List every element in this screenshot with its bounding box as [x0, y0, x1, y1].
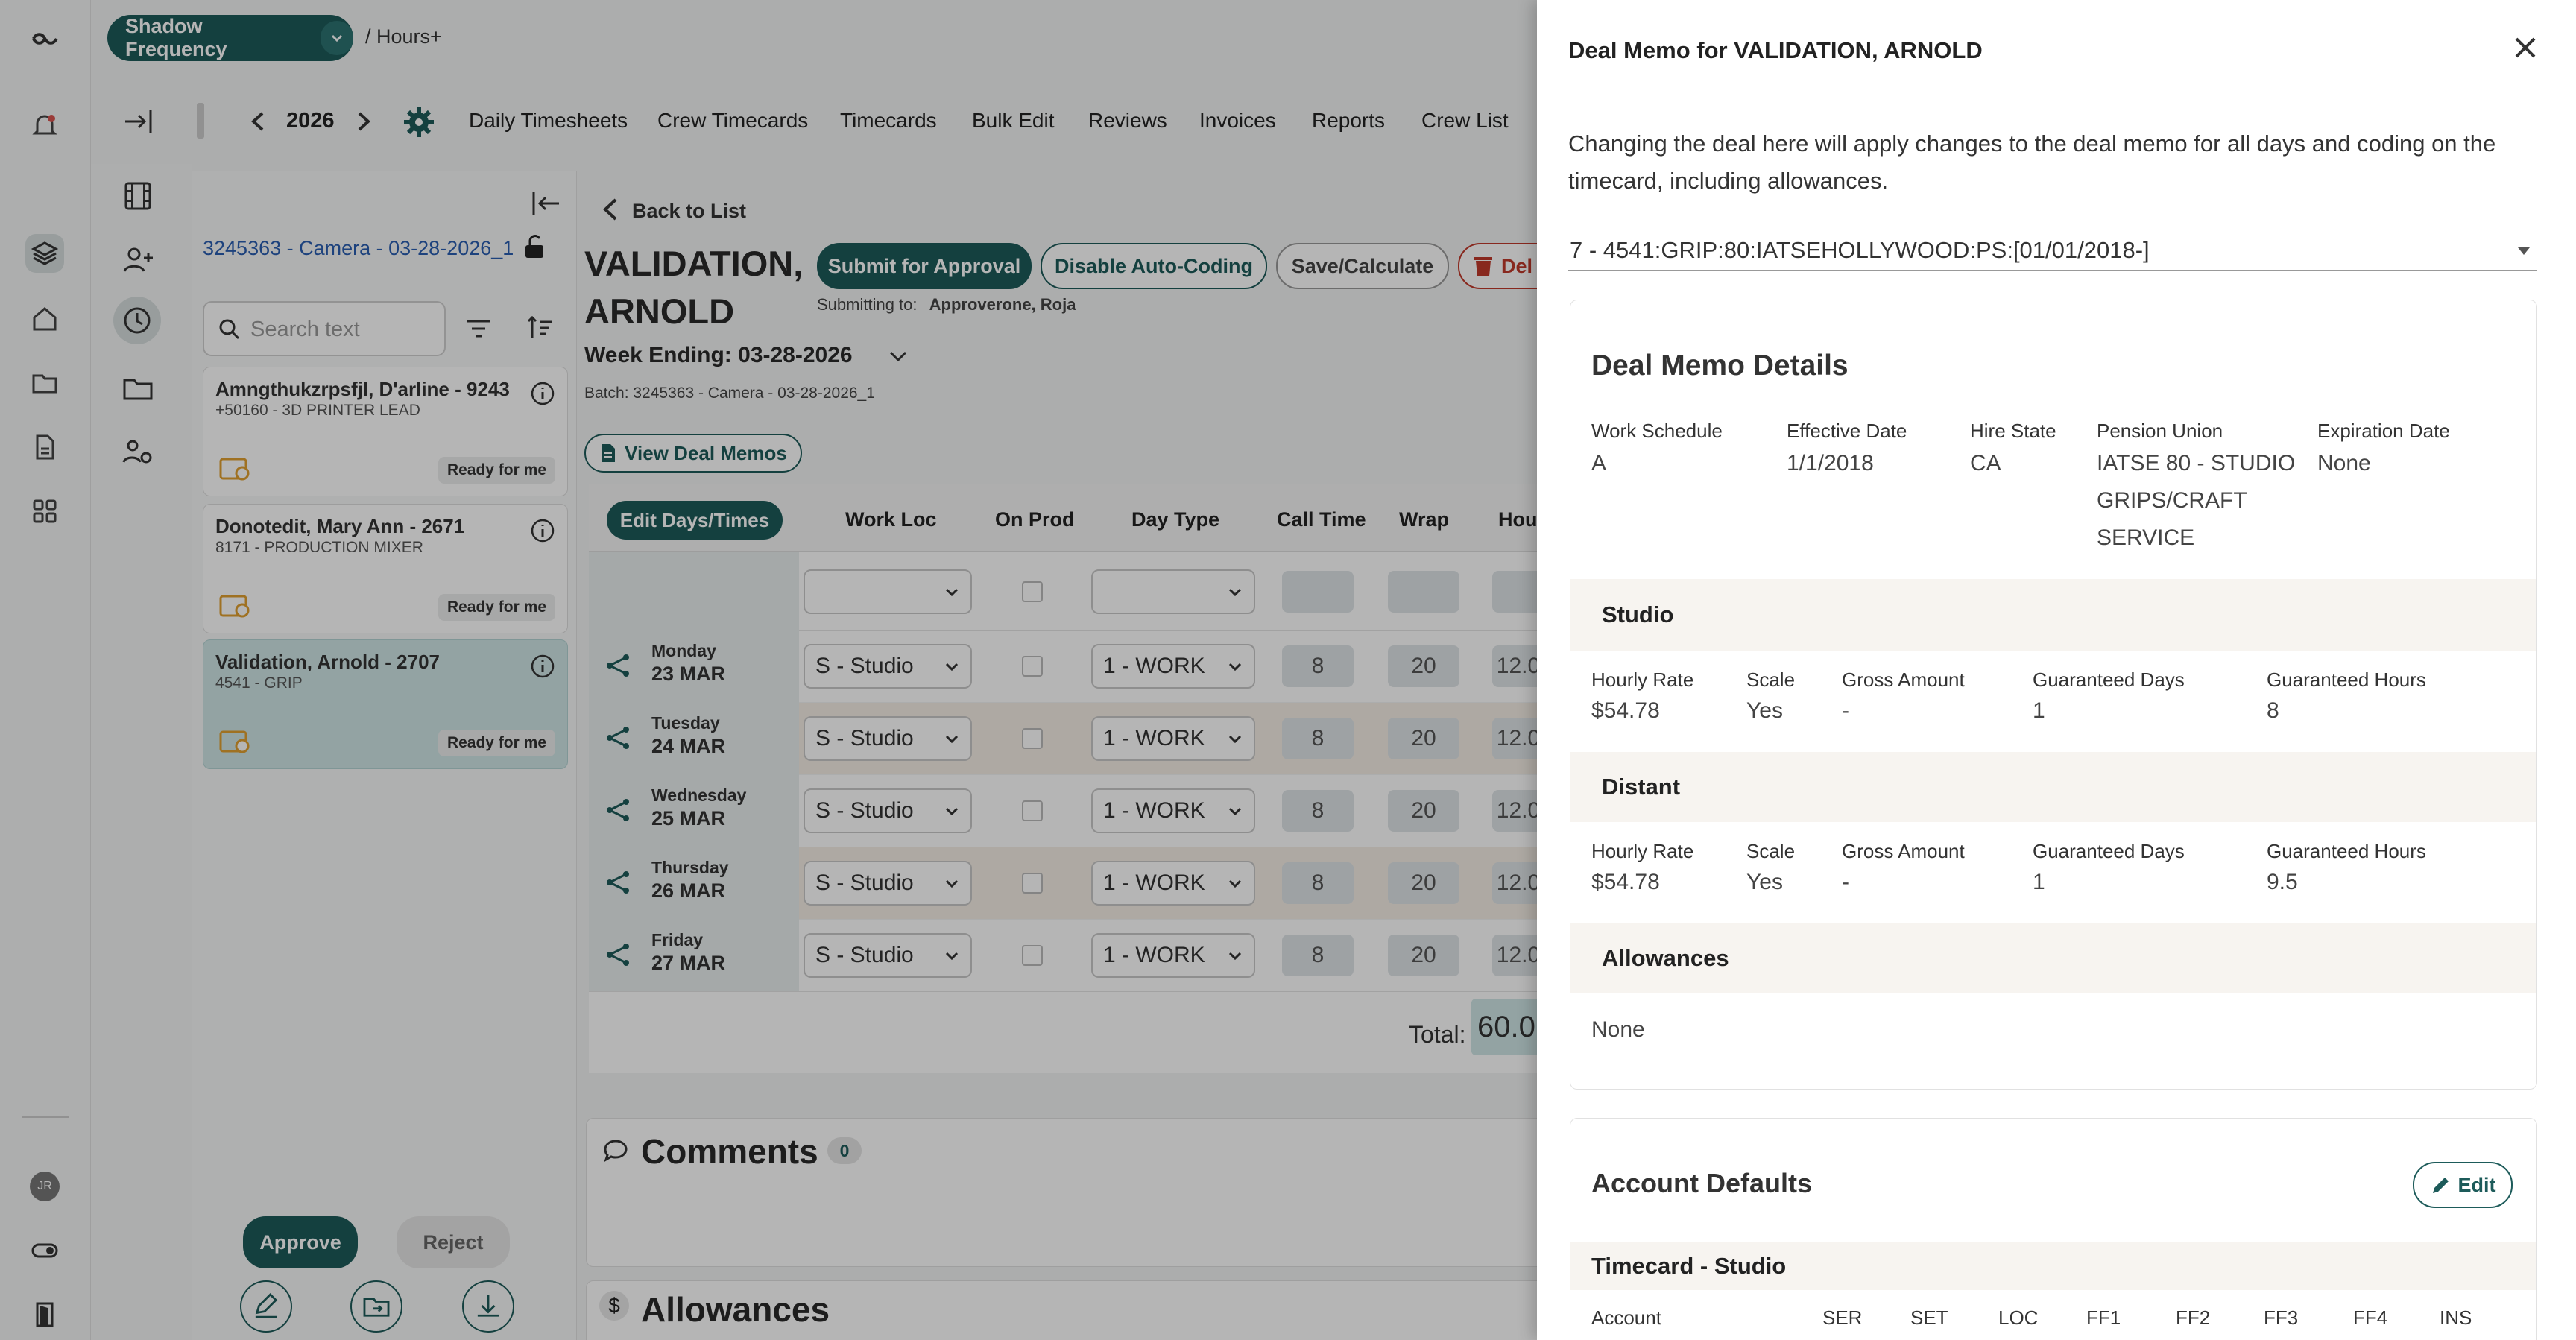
rate-label: Scale	[1746, 840, 1796, 862]
field-label: Effective Date	[1787, 420, 1907, 442]
rate-label: Gross Amount	[1842, 669, 1965, 691]
rate-label: Gross Amount	[1842, 840, 1965, 862]
allowances-value: None	[1591, 1017, 1645, 1042]
account-column-header: LOC	[1998, 1306, 2039, 1329]
close-icon[interactable]	[2510, 33, 2540, 63]
field-label: Hire State	[1970, 420, 2056, 442]
studio-section-header: Studio	[1570, 579, 2536, 651]
account-column-header: Account	[1591, 1306, 1661, 1329]
deal-memo-details-title: Deal Memo Details	[1591, 350, 1849, 382]
rate-label: Hourly Rate	[1591, 840, 1694, 862]
rate-value: 1	[2033, 870, 2045, 894]
rate-label: Guaranteed Hours	[2267, 840, 2426, 862]
field-label: Work Schedule	[1591, 420, 1723, 442]
pencil-icon	[2432, 1178, 2449, 1193]
account-column-header: FF1	[2086, 1306, 2121, 1329]
deal-memo-details-card: Deal Memo Details Work Schedule A Effect…	[1570, 300, 2537, 1090]
deal-memo-drawer: Deal Memo for VALIDATION, ARNOLD Changin…	[1537, 0, 2576, 1340]
field-value: None	[2317, 451, 2371, 475]
field-label: Pension Union	[2097, 420, 2223, 442]
account-column-header: FF4	[2353, 1306, 2388, 1329]
rate-label: Hourly Rate	[1591, 669, 1694, 691]
allowances-section-header: Allowances	[1570, 923, 2536, 993]
field-value: CA	[1970, 451, 2001, 475]
account-column-header: INS	[2440, 1306, 2472, 1329]
account-defaults-title: Account Defaults	[1591, 1168, 1813, 1198]
account-column-header: FF3	[2264, 1306, 2299, 1329]
account-defaults-card: Account Defaults Edit Timecard - Studio …	[1570, 1118, 2537, 1340]
distant-section-header: Distant	[1570, 752, 2536, 822]
rate-value: -	[1842, 870, 1849, 894]
caret-down-icon	[2515, 243, 2533, 258]
field-value: IATSE 80 - STUDIO GRIPS/CRAFT SERVICE	[2097, 451, 2296, 550]
drawer-header: Deal Memo for VALIDATION, ARNOLD	[1537, 0, 2576, 95]
field-value: 1/1/2018	[1787, 451, 1874, 475]
account-column-header: SER	[1822, 1306, 1863, 1329]
rate-value: Yes	[1746, 698, 1783, 723]
account-column-header: SET	[1910, 1306, 1948, 1329]
rate-value: Yes	[1746, 870, 1783, 894]
rate-value: -	[1842, 698, 1849, 723]
deal-change-notice: Changing the deal here will apply change…	[1568, 130, 2496, 194]
rate-label: Scale	[1746, 669, 1796, 691]
rate-label: Guaranteed Days	[2033, 669, 2185, 691]
field-label: Expiration Date	[2317, 420, 2450, 442]
rate-value: $54.78	[1591, 698, 1660, 723]
deal-memo-select[interactable]: 7 - 4541:GRIP:80:IATSEHOLLYWOOD:PS:[01/0…	[1568, 227, 2537, 271]
edit-account-defaults-button[interactable]: Edit	[2413, 1162, 2513, 1208]
account-column-header: FF2	[2176, 1306, 2211, 1329]
deal-memo-select-value: 7 - 4541:GRIP:80:IATSEHOLLYWOOD:PS:[01/0…	[1570, 237, 2150, 263]
drawer-title: Deal Memo for VALIDATION, ARNOLD	[1568, 37, 1983, 63]
rate-value: $54.78	[1591, 870, 1660, 894]
edit-label: Edit	[2457, 1173, 2496, 1196]
rate-value: 8	[2267, 698, 2279, 723]
rate-value: 1	[2033, 698, 2045, 723]
modal-backdrop[interactable]	[0, 0, 1537, 1340]
rate-value: 9.5	[2267, 870, 2298, 894]
timecard-studio-section: Timecard - Studio	[1570, 1242, 2536, 1290]
rate-label: Guaranteed Hours	[2267, 669, 2426, 691]
rate-label: Guaranteed Days	[2033, 840, 2185, 862]
field-value: A	[1591, 451, 1607, 475]
